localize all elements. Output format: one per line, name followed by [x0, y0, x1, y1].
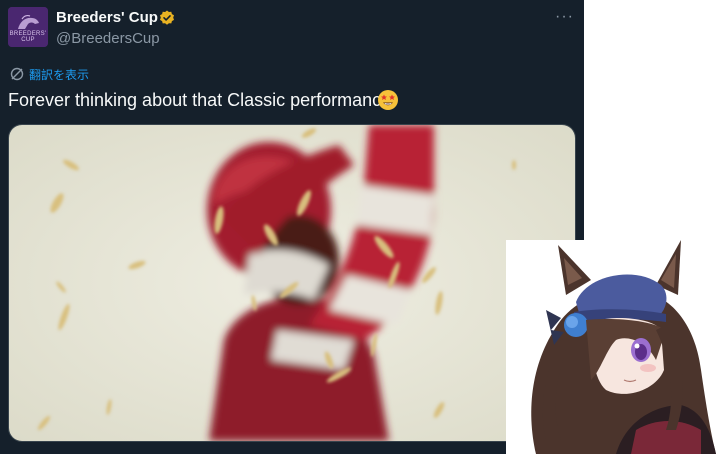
user-handle[interactable]: @BreedersCup [56, 30, 160, 47]
tweet-card: BREEDERS' CUP Breeders' Cup @BreedersCup… [0, 0, 584, 454]
anime-character-sticker [506, 240, 716, 454]
horse-girl-character-image [506, 240, 716, 454]
display-name[interactable]: Breeders' Cup [56, 9, 158, 26]
translate-globe-icon [10, 67, 24, 81]
verified-badge-icon [160, 10, 174, 25]
jockey-video-still [9, 125, 575, 441]
avatar-logo-text: BREEDERS' CUP [9, 31, 47, 43]
more-options-button[interactable]: ··· [555, 8, 574, 26]
avatar[interactable]: BREEDERS' CUP [8, 7, 48, 47]
translate-link[interactable]: 翻訳を表示 [9, 66, 89, 82]
tweet-video[interactable] [8, 124, 576, 442]
translate-label: 翻訳を表示 [29, 67, 90, 82]
star-struck-emoji-icon [378, 90, 398, 110]
tweet-text: Forever thinking about that Classic perf… [8, 90, 397, 110]
